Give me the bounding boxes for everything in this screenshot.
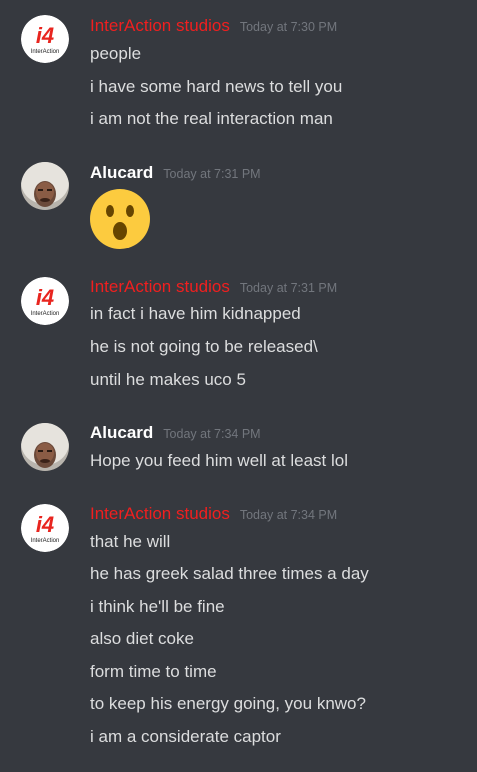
timestamp: Today at 7:31 PM	[239, 281, 338, 295]
message-line: that he will	[90, 532, 171, 551]
logo-mark: i4	[36, 23, 54, 48]
timestamp: Today at 7:34 PM	[239, 508, 338, 522]
alucard-avatar[interactable]	[21, 162, 69, 210]
message-line: i am not the real interaction man	[90, 109, 333, 128]
logo-name: InterAction	[31, 49, 60, 55]
username[interactable]: InterAction studios	[90, 504, 230, 523]
logo-name: InterAction	[31, 311, 60, 317]
message-line: to keep his energy going, you knwo?	[90, 694, 366, 713]
timestamp: Today at 7:31 PM	[163, 167, 261, 181]
message-line: i have some hard news to tell you	[90, 77, 343, 96]
logo-mark: i4	[36, 285, 54, 310]
username[interactable]: InterAction studios	[90, 277, 230, 296]
message-line: i am a considerate captor	[90, 727, 281, 746]
logo-mark: i4	[36, 512, 54, 537]
message-line: until he makes uco 5	[90, 370, 246, 389]
message-line: also diet coke	[90, 629, 194, 648]
alucard-avatar[interactable]	[21, 423, 69, 471]
logo-name: InterAction	[31, 538, 60, 544]
username[interactable]: InterAction studios	[90, 16, 230, 35]
message-line: in fact i have him kidnapped	[90, 304, 301, 323]
username[interactable]: Alucard	[90, 423, 153, 442]
timestamp: Today at 7:30 PM	[239, 20, 338, 34]
username[interactable]: Alucard	[90, 163, 153, 182]
interaction-avatar[interactable]: i4 InterAction	[21, 277, 69, 325]
message-line: i think he'll be fine	[90, 597, 225, 616]
message-line: people	[90, 44, 142, 63]
message-line: he is not going to be released\	[90, 337, 318, 356]
message-line: he has greek salad three times a day	[90, 564, 369, 583]
astonished-face-emoji	[90, 189, 150, 249]
interaction-avatar[interactable]: i4 InterAction	[21, 504, 69, 552]
timestamp: Today at 7:34 PM	[163, 427, 261, 441]
message-line: Hope you feed him well at least lol	[90, 451, 348, 470]
interaction-avatar[interactable]: i4 InterAction	[21, 15, 69, 63]
message-line: form time to time	[90, 662, 217, 681]
